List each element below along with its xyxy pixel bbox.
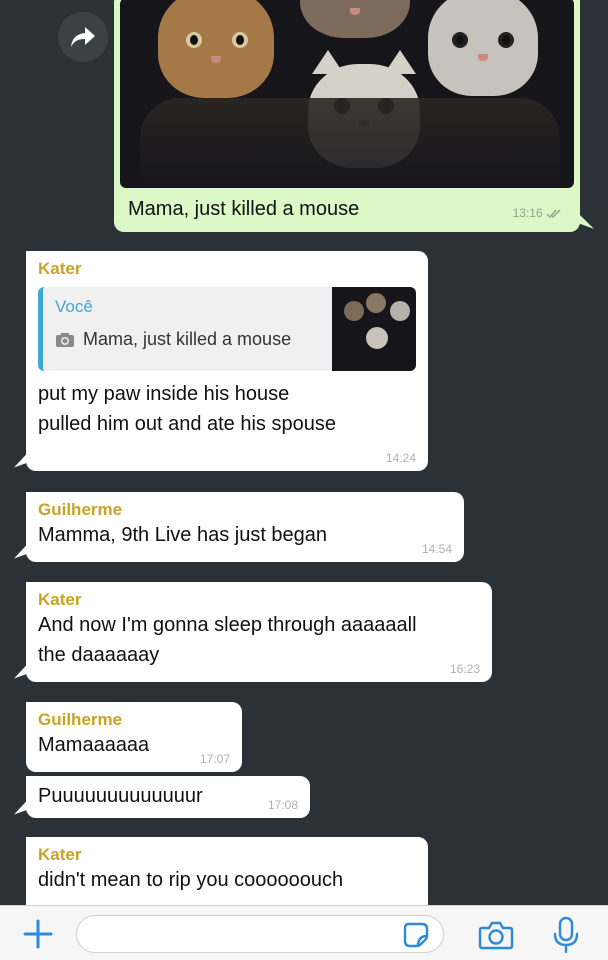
message-timestamp: 14:24 [385, 451, 416, 465]
outgoing-caption: Mama, just killed a mouse [128, 198, 360, 220]
message-line: And now I'm gonna sleep through aaaaaall [38, 614, 417, 636]
forward-button[interactable] [58, 12, 108, 62]
message-text: And now I'm gonna sleep through aaaaaall… [38, 610, 480, 670]
outgoing-timestamp: 13:16 [513, 206, 562, 220]
chat-area: Mama, just killed a mouse 13:16 Kater Vo… [0, 0, 608, 905]
incoming-message[interactable]: Kater And now I'm gonna sleep through aa… [26, 582, 492, 682]
outgoing-time-text: 13:16 [512, 206, 543, 220]
message-timestamp: 17:07 [199, 752, 230, 766]
sender-name: Kater [38, 590, 82, 609]
message-timestamp: 17:08 [267, 798, 298, 812]
incoming-message[interactable]: Kater Você Mama, just killed a mouse put… [26, 251, 428, 471]
incoming-message[interactable]: Guilherme Mamaaaaaa 17:07 [26, 702, 242, 772]
camera-icon[interactable] [478, 919, 514, 951]
message-timestamp: 16:23 [449, 662, 480, 676]
message-line: put my paw inside his house [38, 383, 290, 405]
quoted-message[interactable]: Você Mama, just killed a mouse [38, 287, 416, 371]
incoming-message[interactable]: Kater didn't mean to rip you coooooouch [26, 837, 428, 905]
double-check-icon [546, 209, 561, 218]
sender-name: Kater [38, 259, 82, 278]
cat-image-orange [158, 0, 274, 98]
message-text: Puuuuuuuuuuuuur [38, 785, 203, 807]
microphone-icon[interactable] [552, 916, 580, 954]
message-timestamp: 14:54 [421, 542, 452, 556]
sticker-icon[interactable] [402, 921, 430, 949]
sender-name: Kater [38, 845, 82, 864]
sender-name: Guilherme [38, 710, 123, 729]
sender-name: Guilherme [38, 500, 123, 519]
message-input[interactable] [76, 915, 444, 953]
quote-text: Mama, just killed a mouse [83, 329, 292, 349]
plus-icon[interactable] [20, 916, 56, 952]
camera-small-icon [56, 332, 74, 347]
message-line: pulled him out and ate his spouse [38, 413, 336, 435]
cat-image-white-right [428, 0, 538, 96]
cats-photo[interactable] [120, 0, 574, 188]
message-line: the daaaaaay [38, 644, 160, 666]
incoming-message[interactable]: Guilherme Mamma, 9th Live has just began… [26, 492, 464, 562]
incoming-message[interactable]: Puuuuuuuuuuuuur 17:08 [26, 776, 310, 818]
quote-thumbnail [332, 287, 416, 371]
message-text: didn't mean to rip you coooooouch [38, 869, 344, 891]
forward-icon [71, 27, 95, 47]
outgoing-image-message[interactable]: Mama, just killed a mouse 13:16 [114, 0, 580, 232]
cat-bodies [140, 98, 560, 188]
message-input-bar [0, 905, 608, 960]
message-text: Mamma, 9th Live has just began [38, 524, 328, 546]
cat-image-top [300, 0, 410, 38]
message-text: put my paw inside his house pulled him o… [38, 379, 416, 439]
